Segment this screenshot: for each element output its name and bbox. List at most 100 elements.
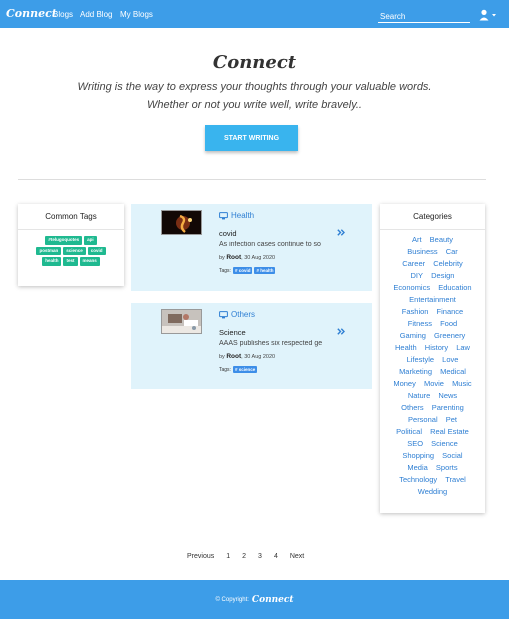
- category-link[interactable]: Beauty: [430, 235, 453, 244]
- category-link[interactable]: Sports: [436, 463, 458, 472]
- pagination-previous[interactable]: Previous: [187, 553, 214, 560]
- category-link[interactable]: Car: [446, 247, 458, 256]
- nav-link-blogs[interactable]: Blogs: [53, 10, 73, 19]
- common-tag[interactable]: #telugoquotes: [45, 236, 83, 245]
- post-meta: by Root, 30 Aug 2020: [219, 353, 275, 360]
- category-link[interactable]: Music: [452, 379, 472, 388]
- user-menu[interactable]: [479, 8, 499, 21]
- category-link[interactable]: Career: [402, 259, 425, 268]
- common-tag[interactable]: covid: [87, 246, 106, 255]
- category-link[interactable]: Greenery: [434, 331, 465, 340]
- category-link[interactable]: Health: [395, 343, 417, 352]
- post-thumbnail[interactable]: [161, 309, 202, 334]
- category-link[interactable]: Lifestyle: [407, 355, 435, 364]
- caret-down-icon: [492, 14, 496, 17]
- category-link[interactable]: Finance: [437, 307, 464, 316]
- category-link[interactable]: Food: [440, 319, 457, 328]
- category-link[interactable]: Entertainment: [409, 295, 456, 304]
- hero-tagline-line-2: Whether or not you write well, write bra…: [147, 99, 362, 111]
- footer-brand[interactable]: Connect: [252, 595, 294, 605]
- post-date: , 30 Aug 2020: [241, 354, 276, 360]
- nav-link-add-blog[interactable]: Add Blog: [80, 10, 112, 19]
- category-link[interactable]: News: [438, 391, 457, 400]
- category-link[interactable]: Parenting: [432, 403, 464, 412]
- post-author[interactable]: Root: [226, 353, 241, 360]
- post-meta: by Root, 30 Aug 2020: [219, 254, 275, 261]
- common-tags-list: #telugoquotes api postman science covid …: [18, 230, 124, 272]
- monitor-icon: [219, 310, 228, 318]
- post-thumbnail[interactable]: [161, 210, 202, 235]
- footer: © Copyright: Connect: [0, 580, 509, 619]
- category-link[interactable]: SEO: [407, 439, 423, 448]
- category-link[interactable]: Political: [396, 427, 422, 436]
- post-title[interactable]: Science: [219, 328, 246, 337]
- category-link[interactable]: DIY: [411, 271, 424, 280]
- category-link[interactable]: Education: [438, 283, 471, 292]
- common-tag[interactable]: api: [84, 236, 97, 245]
- hero-title: Connect: [212, 52, 297, 73]
- monitor-icon: [219, 211, 228, 219]
- post-author[interactable]: Root: [226, 254, 241, 261]
- post-excerpt: AAAS publishes six respected ge: [219, 340, 323, 347]
- post-tag[interactable]: # science: [232, 366, 258, 373]
- post-card: Health covid As infection cases continue…: [131, 204, 372, 291]
- category-link[interactable]: Shopping: [402, 451, 434, 460]
- brand-logo[interactable]: Connect: [6, 7, 57, 20]
- double-chevron-right-icon[interactable]: [337, 328, 345, 335]
- category-link[interactable]: Gaming: [400, 331, 426, 340]
- common-tag[interactable]: health: [42, 257, 62, 266]
- start-writing-button[interactable]: START WRITING: [205, 125, 298, 151]
- search-input[interactable]: [378, 8, 470, 25]
- user-icon: [479, 9, 489, 21]
- category-link[interactable]: Love: [442, 355, 458, 364]
- category-link[interactable]: Celebrity: [433, 259, 463, 268]
- nav-link-my-blogs[interactable]: My Blogs: [120, 10, 153, 19]
- pagination-page-2[interactable]: 2: [242, 553, 246, 560]
- category-link[interactable]: Real Estate: [430, 427, 469, 436]
- post-category-label: Others: [231, 310, 256, 319]
- category-link[interactable]: Social: [442, 451, 462, 460]
- post-tag[interactable]: # health: [254, 267, 276, 274]
- post-tag[interactable]: # covid: [232, 267, 253, 274]
- common-tag[interactable]: means: [79, 257, 100, 266]
- category-link[interactable]: Others: [401, 403, 424, 412]
- category-link[interactable]: Art: [412, 235, 422, 244]
- post-tags: Tags: # covid # health: [219, 267, 276, 274]
- category-link[interactable]: Science: [431, 439, 458, 448]
- pagination-page-4[interactable]: 4: [274, 553, 278, 560]
- post-by-label: by: [219, 255, 225, 261]
- post-tags-label: Tags:: [219, 366, 231, 373]
- category-link[interactable]: Nature: [408, 391, 431, 400]
- category-link[interactable]: Travel: [445, 475, 466, 484]
- category-link[interactable]: Technology: [399, 475, 437, 484]
- common-tag[interactable]: test: [63, 257, 78, 266]
- category-link[interactable]: Pet: [446, 415, 457, 424]
- common-tag[interactable]: postman: [36, 246, 62, 255]
- pagination: Previous 1 2 3 4 Next: [187, 553, 304, 560]
- category-link[interactable]: Fashion: [402, 307, 429, 316]
- post-category[interactable]: Others: [219, 310, 255, 319]
- category-link[interactable]: History: [425, 343, 448, 352]
- category-link[interactable]: Money: [393, 379, 416, 388]
- category-link[interactable]: Wedding: [418, 487, 447, 496]
- common-tag[interactable]: science: [63, 246, 86, 255]
- double-chevron-right-icon[interactable]: [337, 229, 345, 236]
- category-link[interactable]: Economics: [393, 283, 430, 292]
- category-link[interactable]: Business: [407, 247, 437, 256]
- category-link[interactable]: Personal: [408, 415, 438, 424]
- category-link[interactable]: Movie: [424, 379, 444, 388]
- post-title[interactable]: covid: [219, 229, 237, 238]
- category-link[interactable]: Law: [456, 343, 470, 352]
- post-category-label: Health: [231, 211, 255, 220]
- hero-tagline-line-1: Writing is the way to express your thoug…: [77, 81, 432, 93]
- post-tags-label: Tags:: [219, 267, 231, 274]
- category-link[interactable]: Media: [407, 463, 427, 472]
- category-link[interactable]: Fitness: [408, 319, 432, 328]
- category-link[interactable]: Marketing: [399, 367, 432, 376]
- pagination-page-1[interactable]: 1: [226, 553, 230, 560]
- pagination-page-3[interactable]: 3: [258, 553, 262, 560]
- category-link[interactable]: Design: [431, 271, 454, 280]
- post-category[interactable]: Health: [219, 211, 254, 220]
- pagination-next[interactable]: Next: [290, 553, 304, 560]
- category-link[interactable]: Medical: [440, 367, 466, 376]
